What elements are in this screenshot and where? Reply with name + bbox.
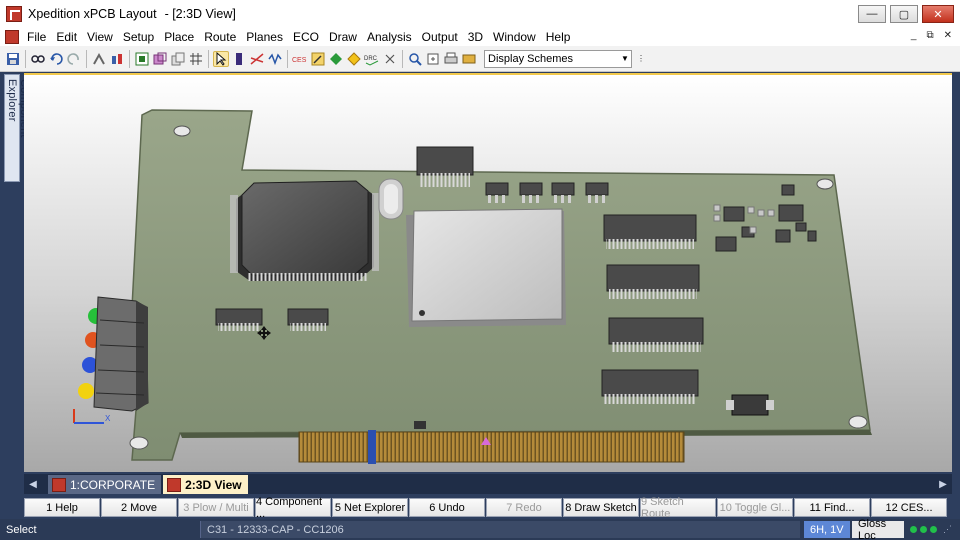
status-layer-v: 1V — [830, 523, 844, 536]
save-icon[interactable] — [5, 51, 21, 67]
find-icon[interactable] — [30, 51, 46, 67]
display-schemes-value: Display Schemes — [488, 52, 573, 65]
fkey-undo-button[interactable]: 6 Undo — [409, 498, 485, 517]
copy-icon[interactable] — [170, 51, 186, 67]
mdi-close-button[interactable]: ✕ — [944, 30, 952, 41]
fkey-find-button[interactable]: 11 Find... — [794, 498, 870, 517]
status-gloss-mode: Gloss Loc — [852, 518, 904, 540]
status-led-icon — [910, 526, 917, 533]
display-schemes-dropdown[interactable]: Display Schemes ▼ — [484, 49, 632, 68]
menu-analysis[interactable]: Analysis — [367, 30, 412, 44]
ces-icon[interactable]: CES — [292, 51, 308, 67]
app-title: Xpedition xPCB Layout — [28, 7, 157, 21]
status-bar: Select C31 - 12333-CAP - CC1206 6H, 1V G… — [0, 518, 960, 540]
edit-icon[interactable] — [310, 51, 326, 67]
title-bar: Xpedition xPCB Layout - [2:3D View] — ▢ … — [0, 0, 960, 28]
hyperlink-icon[interactable] — [382, 51, 398, 67]
layout-doc-icon — [167, 477, 182, 492]
toolbar-overflow-icon[interactable]: ⋮ — [633, 51, 649, 67]
menu-view[interactable]: View — [87, 30, 113, 44]
fkey-ces-button[interactable]: 12 CES... — [871, 498, 947, 517]
tab-scroll-left-icon[interactable]: ◀ — [24, 474, 42, 494]
chevron-down-icon: ▼ — [621, 54, 629, 63]
fkey-toggle-button[interactable]: 10 Toggle Gl... — [717, 498, 793, 517]
function-key-bar: 1 Help 2 Move 3 Plow / Multi 4 Component… — [24, 496, 952, 520]
menu-draw[interactable]: Draw — [329, 30, 357, 44]
view-title: - [2:3D View] — [164, 7, 236, 21]
tab-3d-view-label: 2:3D View — [185, 477, 242, 492]
select-icon[interactable] — [213, 50, 229, 67]
drc-icon[interactable]: DRC — [364, 51, 380, 67]
status-led-icon — [920, 526, 927, 533]
constraint-icon[interactable] — [328, 51, 344, 67]
warning-icon[interactable] — [346, 51, 362, 67]
tab-corporate[interactable]: 1:CORPORATE — [48, 475, 162, 494]
document-menu-icon[interactable] — [5, 30, 19, 44]
3d-view-canvas[interactable]: X — [24, 73, 952, 472]
menu-edit[interactable]: Edit — [56, 30, 77, 44]
board-icon[interactable] — [461, 51, 477, 67]
menu-eco[interactable]: ECO — [293, 30, 319, 44]
tab-corporate-label: 1:CORPORATE — [70, 477, 156, 492]
status-led-indicators — [910, 526, 937, 533]
display-icon[interactable] — [134, 51, 150, 67]
menu-planes[interactable]: Planes — [246, 30, 283, 44]
application-window: Xpedition xPCB Layout - [2:3D View] — ▢ … — [0, 0, 960, 540]
svg-text:X: X — [105, 414, 111, 423]
menu-file[interactable]: File — [27, 30, 46, 44]
menu-route[interactable]: Route — [204, 30, 236, 44]
close-button[interactable]: ✕ — [922, 5, 954, 23]
menu-place[interactable]: Place — [164, 30, 194, 44]
tab-scroll-right-icon[interactable]: ▶ — [934, 474, 952, 494]
tune-icon[interactable] — [267, 51, 283, 67]
menu-3d[interactable]: 3D — [468, 30, 483, 44]
component-explorer-tab[interactable]: Component Explorer — [4, 74, 30, 182]
main-toolbar: CES DRC Display Schemes ▼ ⋮ — [0, 46, 960, 72]
pcb-3d-render: X — [73, 109, 872, 464]
fkey-draw-sketch-button[interactable]: 8 Draw Sketch — [563, 498, 639, 517]
zoom-icon[interactable] — [407, 51, 423, 67]
svg-text:DRC: DRC — [364, 56, 378, 62]
xpedition-logo-icon — [6, 6, 22, 22]
mdi-restore-button[interactable]: ⧉ — [926, 30, 933, 41]
menu-help[interactable]: Help — [546, 30, 571, 44]
tab-3d-view[interactable]: 2:3D View — [163, 475, 248, 494]
grid-icon[interactable] — [188, 51, 204, 67]
status-selection-info: C31 - 12333-CAP - CC1206 — [200, 521, 800, 538]
fanout-icon[interactable] — [109, 51, 125, 67]
pan-icon[interactable] — [425, 51, 441, 67]
fkey-plow-button[interactable]: 3 Plow / Multi — [178, 498, 254, 517]
fkey-redo-button[interactable]: 7 Redo — [486, 498, 562, 517]
status-layer-h: 6H, — [810, 523, 828, 536]
undo-icon[interactable] — [48, 51, 64, 67]
rats-icon[interactable] — [249, 51, 265, 67]
menu-output[interactable]: Output — [422, 30, 458, 44]
status-mode: Select — [6, 523, 37, 536]
maximize-button[interactable]: ▢ — [890, 5, 918, 23]
mdi-minimize-button[interactable]: _ — [911, 30, 917, 41]
fkey-move-button[interactable]: 2 Move — [101, 498, 177, 517]
document-tab-strip: ◀ 1:CORPORATE 2:3D View ▶ — [24, 474, 952, 494]
layout-doc-icon — [52, 477, 66, 492]
status-layer-indicator: 6H, 1V — [804, 521, 850, 538]
menu-window[interactable]: Window — [493, 30, 536, 44]
component-icon[interactable] — [231, 51, 247, 67]
redo-icon[interactable] — [66, 51, 82, 67]
fkey-help-button[interactable]: 1 Help — [24, 498, 100, 517]
minimize-button[interactable]: — — [858, 5, 886, 23]
layers-icon[interactable] — [152, 51, 168, 67]
menu-setup[interactable]: Setup — [123, 30, 154, 44]
svg-text:CES: CES — [292, 57, 307, 64]
fkey-sketch-route-button[interactable]: 9 Sketch Route — [640, 496, 716, 520]
route-icon[interactable] — [91, 51, 107, 67]
menu-bar: File Edit View Setup Place Route Planes … — [0, 28, 960, 46]
resize-grip-icon[interactable]: ⋰ — [943, 524, 952, 535]
print-icon[interactable] — [443, 51, 459, 67]
fkey-net-explorer-button[interactable]: 5 Net Explorer — [332, 498, 408, 517]
status-led-icon — [930, 526, 937, 533]
fkey-component-button[interactable]: 4 Component ... — [255, 496, 331, 520]
